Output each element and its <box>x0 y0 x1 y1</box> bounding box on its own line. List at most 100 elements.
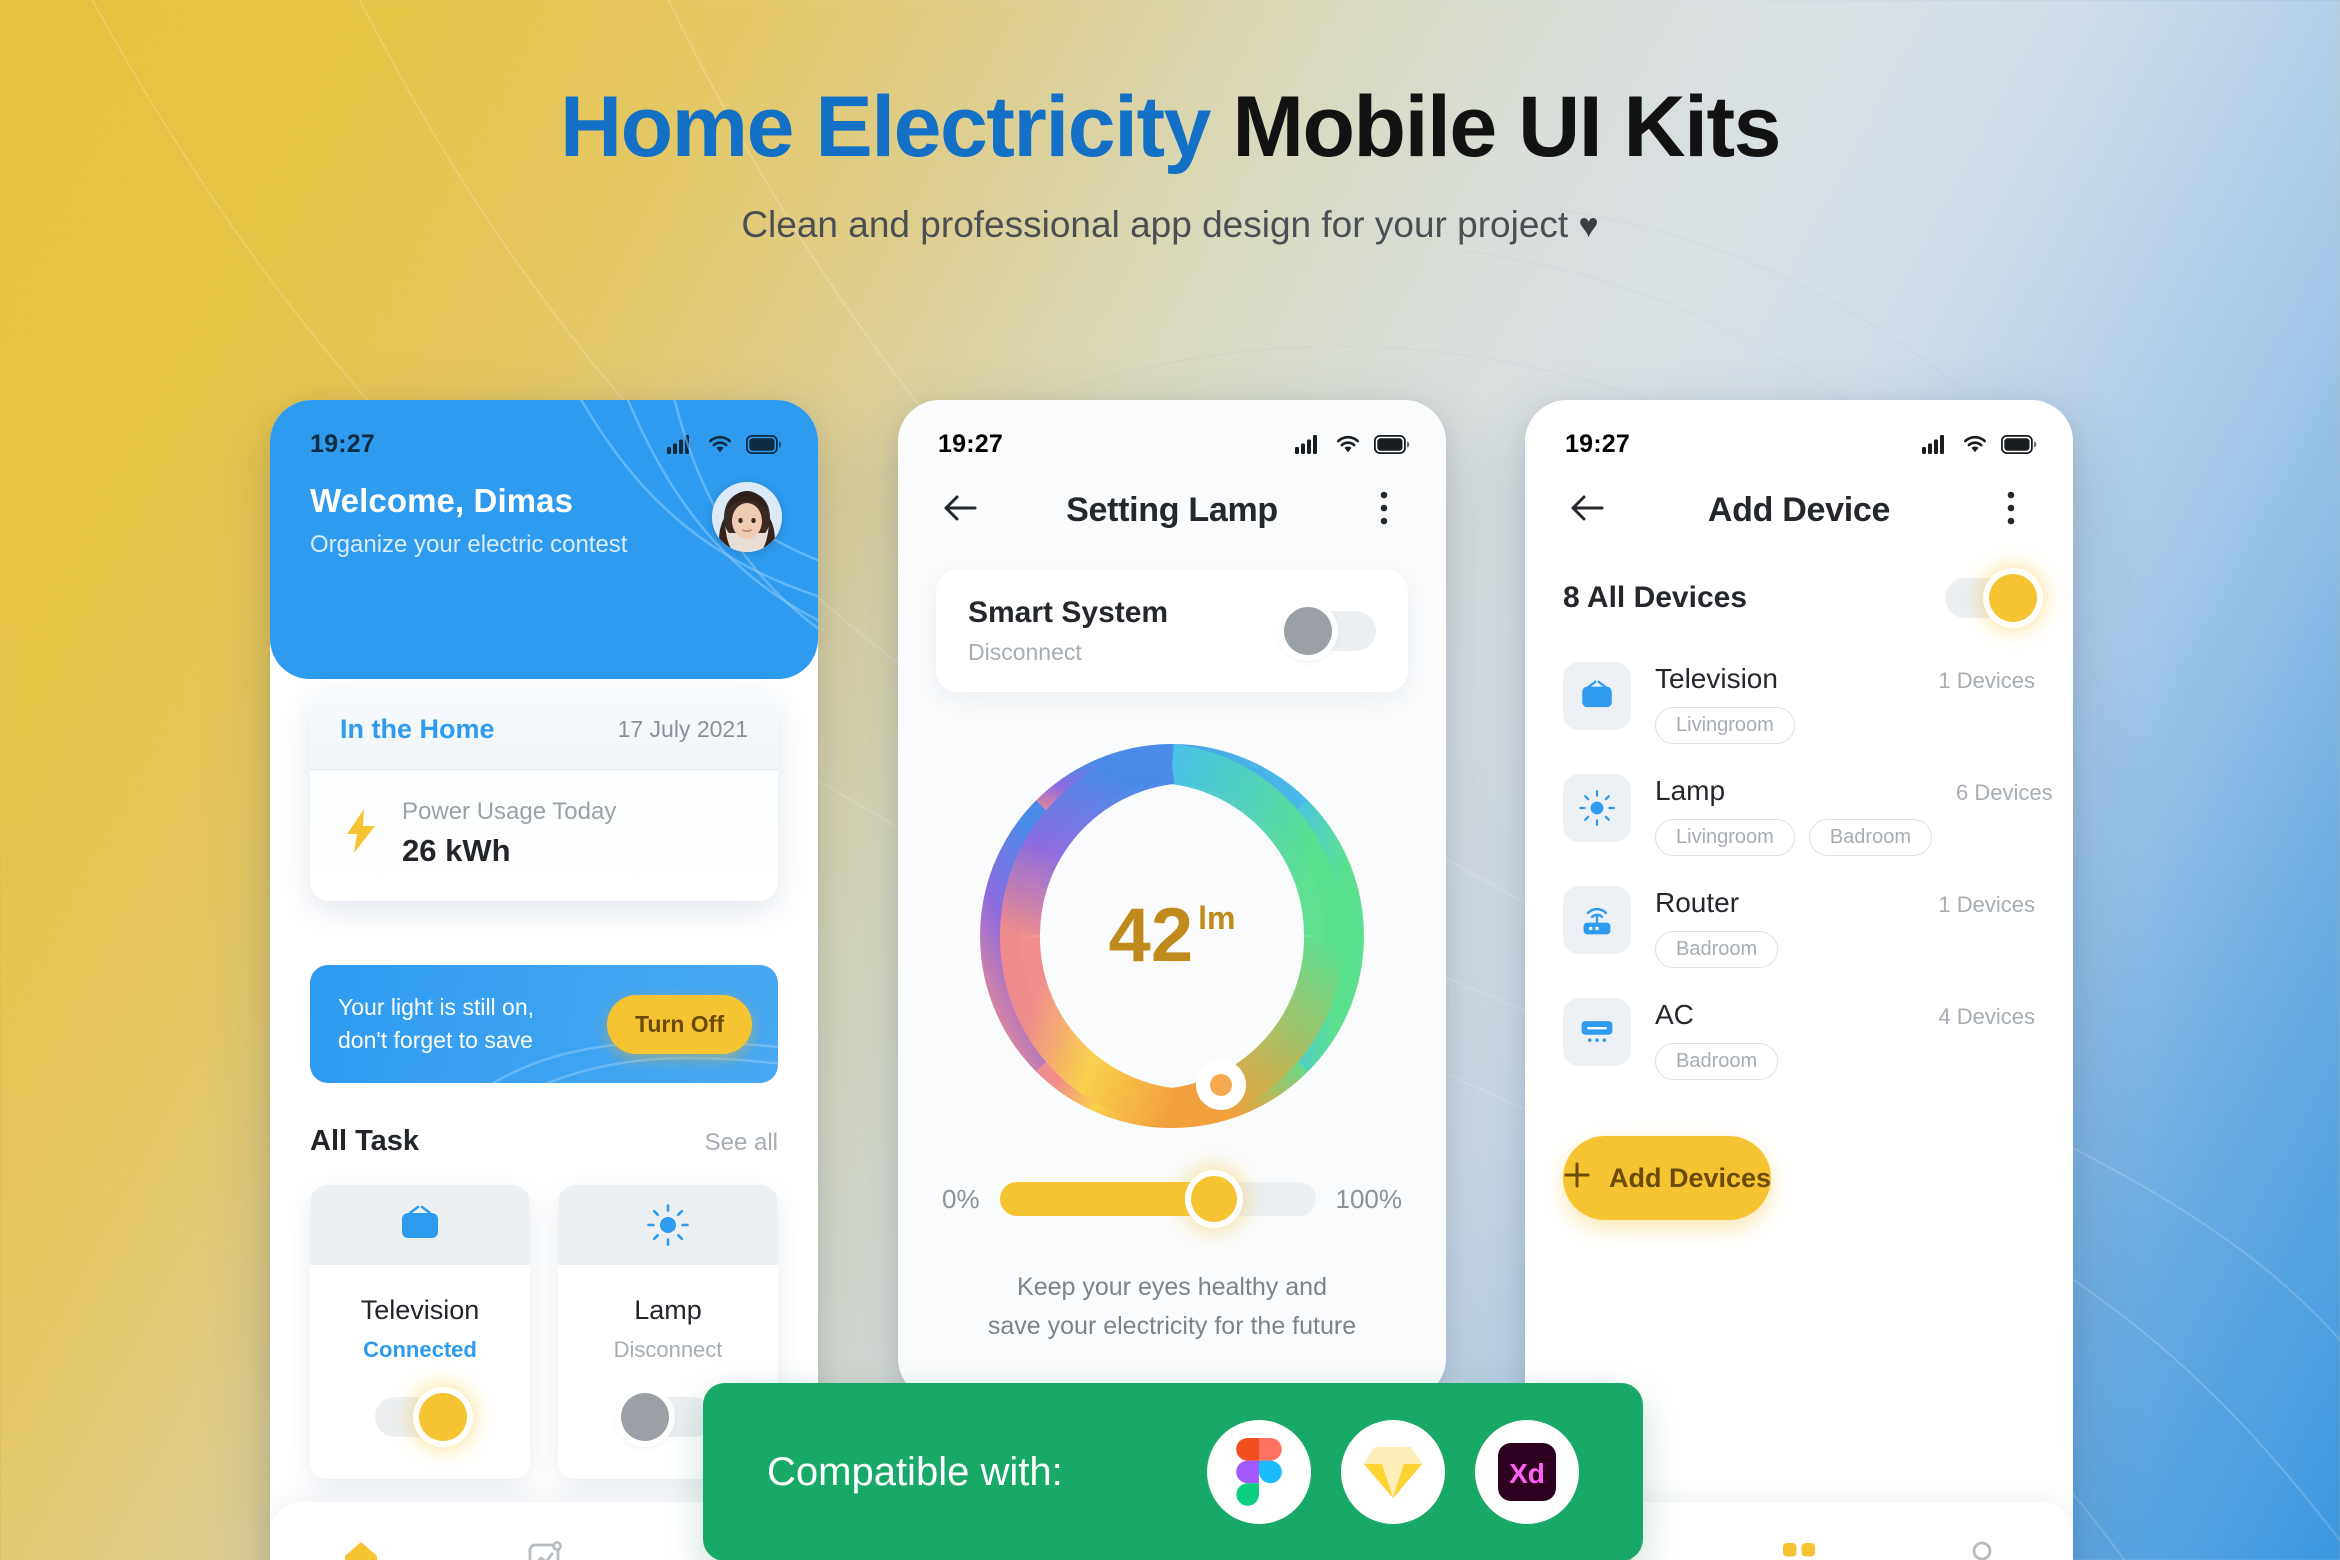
wifi-icon <box>1335 434 1361 454</box>
stats-tab[interactable] <box>504 1526 584 1560</box>
tip-text: Keep your eyes healthy and save your ele… <box>898 1268 1446 1346</box>
back-button[interactable] <box>1563 486 1611 534</box>
see-all-link[interactable]: See all <box>705 1129 778 1157</box>
more-menu-button[interactable] <box>1987 486 2035 534</box>
battery-icon <box>1374 434 1410 454</box>
heart-icon: ♥ <box>1578 207 1599 246</box>
chart-activity-icon <box>524 1539 564 1560</box>
task-toggle-wrap <box>310 1363 530 1479</box>
compatible-tool-icons: Xd <box>1207 1420 1579 1524</box>
color-wheel-control[interactable]: 42 lm <box>898 738 1446 1134</box>
avatar[interactable] <box>712 482 782 552</box>
more-vertical-icon <box>1379 491 1389 530</box>
home-card-header: In the Home 17 July 2021 <box>310 688 778 770</box>
device-list: Television Livingroom 1 Devices Lamp Liv… <box>1563 648 2053 1096</box>
nav-bar: Setting Lamp <box>898 462 1446 534</box>
list-item[interactable]: Lamp Livingroom Badroom 6 Devices <box>1563 760 2053 872</box>
all-task-title: All Task <box>310 1125 420 1157</box>
slider-min-label: 0% <box>942 1183 980 1214</box>
device-info: Router Badroom <box>1655 886 1914 968</box>
status-icons <box>1922 434 2037 454</box>
person-icon <box>1965 1540 1999 1560</box>
notice-line-2: don't forget to save <box>338 1027 533 1053</box>
add-devices-label: Add Devices <box>1609 1162 1772 1193</box>
lamp-sun-icon <box>1563 774 1631 842</box>
compatible-with-banner: Compatible with: Xd <box>703 1383 1643 1560</box>
device-name: AC <box>1655 999 1694 1030</box>
task-state: Connected <box>363 1337 477 1362</box>
grid-tab[interactable] <box>1759 1526 1839 1560</box>
power-usage-row: Power Usage Today 26 kWh <box>310 770 778 901</box>
brightness-slider-row: 0% 100% <box>942 1176 1403 1222</box>
task-card-body: Lamp Disconnect <box>558 1265 778 1363</box>
turn-off-button[interactable]: Turn Off <box>607 994 752 1054</box>
tip-line-1: Keep your eyes healthy and <box>1017 1273 1327 1301</box>
device-tags: Badroom <box>1655 931 1914 968</box>
home-tab[interactable] <box>321 1526 401 1560</box>
room-tag[interactable]: Badroom <box>1808 819 1932 856</box>
slider-max-label: 100% <box>1335 1183 1403 1214</box>
room-tag[interactable]: Livingroom <box>1655 707 1795 744</box>
task-card-television[interactable]: Television Connected <box>310 1185 530 1479</box>
light-notice-banner: Your light is still on, don't forget to … <box>310 965 778 1083</box>
task-card-body: Television Connected <box>310 1265 530 1363</box>
router-icon <box>1563 886 1631 954</box>
television-toggle[interactable] <box>375 1393 467 1441</box>
device-info: AC Badroom <box>1655 998 1914 1080</box>
list-item[interactable]: Router Badroom 1 Devices <box>1563 872 2035 984</box>
slider-fill <box>999 1182 1215 1216</box>
status-time: 19:27 <box>938 429 1003 458</box>
toggle-knob <box>621 1393 669 1441</box>
device-info: Television Livingroom <box>1655 662 1914 744</box>
notice-text: Your light is still on, don't forget to … <box>338 991 534 1056</box>
all-devices-row: 8 All Devices <box>1563 574 2037 622</box>
lamp-sun-icon <box>558 1185 778 1265</box>
task-state: Disconnect <box>613 1337 723 1362</box>
toggle-knob <box>1284 607 1332 655</box>
power-usage-label: Power Usage Today <box>402 798 617 825</box>
home-summary-card: In the Home 17 July 2021 Power Usage Tod… <box>310 688 778 901</box>
cellular-signal-icon <box>1295 434 1322 454</box>
battery-icon <box>2001 434 2037 454</box>
television-icon <box>1563 662 1631 730</box>
page-subtitle-text: Clean and professional app design for yo… <box>741 204 1569 246</box>
add-devices-button[interactable]: Add Devices <box>1563 1136 1772 1220</box>
lamp-toggle[interactable] <box>621 1393 713 1441</box>
device-count: 1 Devices <box>1938 892 2035 917</box>
room-tag[interactable]: Livingroom <box>1655 819 1795 856</box>
welcome-row: Welcome, Dimas Organize your electric co… <box>270 462 818 559</box>
smart-system-title: Smart System <box>968 596 1169 629</box>
figma-logo-icon[interactable] <box>1207 1420 1311 1524</box>
smart-system-status: Disconnect <box>968 639 1082 665</box>
list-item[interactable]: Television Livingroom 1 Devices <box>1563 648 2035 760</box>
toggle-knob <box>1989 574 2037 622</box>
device-name: Lamp <box>1655 775 1726 806</box>
list-item[interactable]: AC Badroom 4 Devices <box>1563 984 2035 1096</box>
welcome-title: Welcome, Dimas <box>310 482 574 519</box>
page-title: Setting Lamp <box>1066 490 1278 529</box>
device-count: 4 Devices <box>1938 1004 2035 1029</box>
device-tags: Livingroom <box>1655 707 1914 744</box>
status-bar: 19:27 <box>1525 400 2073 462</box>
sketch-logo-icon[interactable] <box>1341 1420 1445 1524</box>
all-devices-label: 8 All Devices <box>1563 581 1747 614</box>
room-tag[interactable]: Badroom <box>1655 1043 1779 1080</box>
all-devices-toggle[interactable] <box>1945 574 2037 622</box>
arrow-left-icon <box>1570 494 1604 527</box>
room-tag[interactable]: Badroom <box>1655 931 1779 968</box>
smart-system-toggle[interactable] <box>1284 607 1376 655</box>
profile-tab[interactable] <box>1942 1526 2022 1560</box>
more-menu-button[interactable] <box>1360 486 1408 534</box>
brightness-slider[interactable] <box>999 1176 1316 1222</box>
device-count: 6 Devices <box>1955 780 2053 805</box>
compatible-label: Compatible with: <box>767 1449 1063 1494</box>
smart-system-card: Smart System Disconnect <box>936 570 1408 692</box>
page-title-rest: Mobile UI Kits <box>1209 79 1781 175</box>
tip-line-2: save your electricity for the future <box>987 1311 1357 1340</box>
slider-knob[interactable] <box>1191 1176 1238 1222</box>
adobe-xd-logo-icon[interactable]: Xd <box>1475 1420 1579 1524</box>
page-title: Add Device <box>1707 490 1891 529</box>
device-tags: Livingroom Badroom <box>1655 819 1932 856</box>
back-button[interactable] <box>936 486 984 534</box>
welcome-subtitle: Organize your electric contest <box>310 531 628 558</box>
